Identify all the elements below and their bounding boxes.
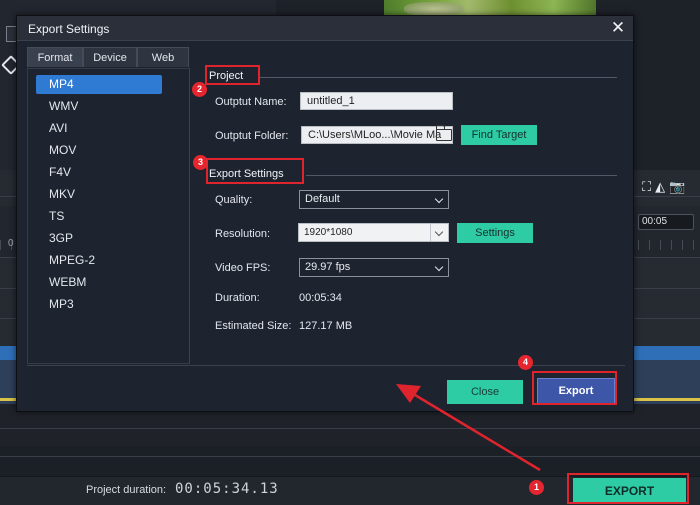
annotation-badge-4: 4 <box>518 355 533 370</box>
resolution-settings-button[interactable]: Settings <box>457 223 533 243</box>
chevron-down-icon <box>434 194 444 204</box>
output-name-input[interactable]: untitled_1 <box>300 92 453 110</box>
timecode-input[interactable]: 00:05 <box>638 214 694 230</box>
section-divider <box>259 77 617 78</box>
format-item-mov[interactable]: MOV <box>36 141 162 160</box>
dialog-footer-divider <box>27 365 625 366</box>
resolution-select[interactable]: 1920*1080 <box>298 223 449 242</box>
timeline-divider <box>0 428 700 429</box>
format-tabs: Format Device Web <box>27 47 189 67</box>
format-item-webm[interactable]: WEBM <box>36 273 162 292</box>
quality-label: Quality: <box>215 194 253 206</box>
section-divider <box>306 175 617 176</box>
quality-select[interactable]: Default <box>299 190 449 209</box>
fps-value: 29.97 fps <box>305 261 351 273</box>
output-name-label: Outptut Name: <box>215 96 287 108</box>
annotation-badge-2: 2 <box>192 82 207 97</box>
format-item-mp3[interactable]: MP3 <box>36 295 162 314</box>
list-divider <box>189 68 190 364</box>
close-button[interactable]: Close <box>447 380 523 404</box>
snapshot-fill-icon[interactable]: ◭ <box>655 180 665 194</box>
annotation-box-main-export <box>567 473 689 504</box>
export-settings-dialog: Export Settings ✕ Format Device Web MP4 … <box>16 15 634 412</box>
format-list: MP4 WMV AVI MOV F4V MKV TS 3GP MPEG-2 WE… <box>27 68 189 364</box>
estimated-size-label: Estimated Size: <box>215 320 292 332</box>
estimated-size-value: 127.17 MB <box>299 320 353 332</box>
dialog-titlebar[interactable]: Export Settings ✕ <box>17 16 633 41</box>
fps-select[interactable]: 29.97 fps <box>299 258 449 277</box>
format-item-f4v[interactable]: F4V <box>36 163 162 182</box>
project-duration-label: Project duration: <box>86 484 167 496</box>
format-item-mkv[interactable]: MKV <box>36 185 162 204</box>
resolution-value: 1920*1080 <box>304 227 353 238</box>
duration-label: Duration: <box>215 292 260 304</box>
timeline-ruler-zero: 0 <box>8 238 14 249</box>
folder-icon[interactable] <box>435 125 452 141</box>
annotation-badge-1: 1 <box>529 480 544 495</box>
chevron-down-icon <box>434 227 444 237</box>
quality-value: Default <box>305 193 340 205</box>
project-duration-value: 00:05:34.13 <box>175 481 279 497</box>
close-icon[interactable]: ✕ <box>607 18 629 38</box>
tab-web[interactable]: Web <box>137 47 189 67</box>
resolution-label: Resolution: <box>215 228 271 240</box>
dialog-title: Export Settings <box>28 22 110 36</box>
format-item-ts[interactable]: TS <box>36 207 162 226</box>
format-item-wmv[interactable]: WMV <box>36 97 162 116</box>
tab-format[interactable]: Format <box>27 47 83 67</box>
duration-value: 00:05:34 <box>299 292 342 304</box>
chevron-down-icon <box>434 262 444 272</box>
timeline-divider <box>0 456 700 457</box>
find-target-button[interactable]: Find Target <box>461 125 537 145</box>
fullscreen-icon[interactable]: ⛶ <box>642 180 651 194</box>
format-item-3gp[interactable]: 3GP <box>36 229 162 248</box>
output-folder-label: Outptut Folder: <box>215 130 289 142</box>
camera-icon[interactable]: 📷 <box>669 180 685 194</box>
select-separator <box>430 224 431 241</box>
format-item-mpeg2[interactable]: MPEG-2 <box>36 251 162 270</box>
fps-label: Video FPS: <box>215 262 271 274</box>
format-item-avi[interactable]: AVI <box>36 119 162 138</box>
preview-tools: ⛶ ◭ 📷 <box>642 180 685 194</box>
format-item-mp4[interactable]: MP4 <box>36 75 162 94</box>
annotation-box-export-button <box>532 371 617 405</box>
tab-device[interactable]: Device <box>83 47 137 67</box>
annotation-badge-3: 3 <box>193 155 208 170</box>
output-folder-input[interactable]: C:\Users\MLoo...\Movie Ma <box>301 126 453 144</box>
annotation-box-export-settings <box>206 158 304 184</box>
annotation-box-project <box>205 65 260 85</box>
